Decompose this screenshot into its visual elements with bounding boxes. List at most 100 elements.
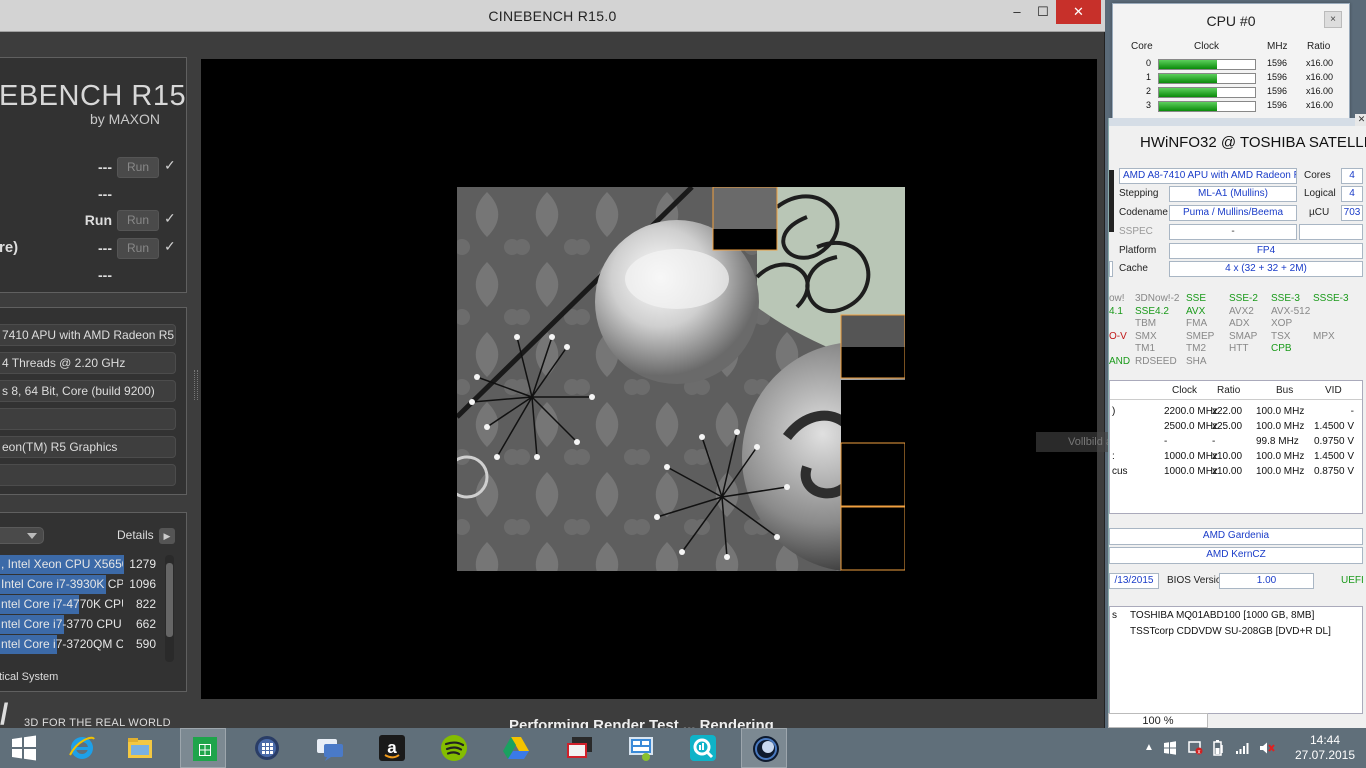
drive-item[interactable]: TSSTcorp CDDVDW SU-208GB [DVD+R DL] — [1130, 626, 1331, 637]
scrollbar-thumb[interactable] — [166, 563, 173, 637]
test-score: --- — [98, 186, 112, 202]
ranking-cpu-name: Intel Core i7-3930K CPU — [1, 577, 123, 591]
run-button[interactable]: Run — [117, 210, 159, 231]
feature-flag: ow! — [1109, 293, 1125, 304]
check-icon[interactable]: ✓ — [164, 238, 176, 255]
feature-flag: XOP — [1271, 318, 1293, 329]
taskbar-amazon[interactable]: a — [368, 728, 414, 768]
taskbar-cinebench[interactable] — [741, 728, 787, 768]
cache-label: Cache — [1119, 263, 1148, 274]
check-icon[interactable]: ✓ — [164, 157, 176, 174]
desktop: CINEBENCH R15.0 – ☐ ✕ EBENCH R15 by MAXO… — [0, 0, 1366, 768]
ranking-row[interactable]: Intel Core i7-3930K CPU 1096 — [0, 575, 164, 594]
core-clock-fill — [1159, 88, 1217, 97]
row-clock: 1000.0 MHz — [1164, 466, 1218, 477]
drive-list: s TOSHIBA MQ01ABD100 [1000 GB, 8MB] TSST… — [1109, 606, 1363, 714]
core-number: 3 — [1146, 100, 1152, 110]
minimize-button[interactable]: – — [1004, 0, 1030, 24]
test-row-opengl: --- Run ✓ — [0, 157, 188, 179]
tray-expand-icon[interactable]: ▲ — [1144, 742, 1154, 753]
folder-icon — [128, 738, 152, 758]
hwinfo-titlebar[interactable] — [1109, 118, 1366, 126]
check-icon[interactable]: ✓ — [164, 210, 176, 227]
taskbar-explorer[interactable] — [116, 728, 162, 768]
maxon-logo: by MAXON — [89, 111, 160, 127]
core-clock-bar — [1158, 59, 1256, 70]
panel-splitter[interactable] — [194, 370, 198, 400]
feature-flag: ADX — [1229, 318, 1250, 329]
windows-icon — [12, 735, 36, 761]
maximize-button[interactable]: ☐ — [1030, 0, 1056, 24]
close-button[interactable]: ✕ — [1056, 0, 1101, 24]
chat-icon — [317, 739, 343, 761]
cinebench-titlebar[interactable]: CINEBENCH R15.0 – ☐ ✕ — [0, 0, 1105, 32]
test-score: --- — [98, 240, 112, 256]
feature-flag: SSE4.2 — [1135, 305, 1169, 317]
action-center-icon[interactable]: x — [1188, 740, 1203, 755]
internet-explorer-icon — [69, 736, 95, 759]
platform-field: FP4 — [1169, 243, 1363, 259]
ucu-label: µCU — [1309, 207, 1330, 218]
close-icon[interactable]: ✕ — [1355, 114, 1366, 126]
ranking-score: 662 — [135, 617, 156, 631]
taskbar-remote[interactable] — [555, 728, 601, 768]
core-clock-fill — [1159, 60, 1217, 69]
run-button[interactable]: Run — [117, 238, 159, 259]
taskbar-messaging[interactable] — [306, 728, 352, 768]
taskbar-control-panel[interactable] — [617, 728, 663, 768]
feature-flag: SSE-3 — [1271, 293, 1300, 304]
taskbar-hwinfo[interactable] — [679, 728, 725, 768]
ranking-panel: Details ▶ , Intel Xeon CPU X5650 1279 Int… — [0, 512, 187, 692]
feature-flag: RDSEED — [1135, 355, 1177, 367]
start-button[interactable] — [0, 728, 46, 768]
feature-flag: SMX — [1135, 330, 1157, 342]
ranking-row[interactable]: , Intel Xeon CPU X5650 1279 — [0, 555, 164, 574]
taskbar-drive[interactable] — [492, 728, 538, 768]
feature-flag: SSSE-3 — [1313, 293, 1349, 304]
feature-flag: AVX-512 — [1271, 305, 1311, 317]
core-clock-bar — [1158, 73, 1256, 84]
taskbar-store[interactable] — [180, 728, 226, 768]
feature-flag: SSE-2 — [1229, 293, 1258, 304]
col-clock: Clock — [1172, 385, 1198, 396]
remote-desktop-icon — [567, 737, 592, 758]
cores-label: Cores — [1304, 170, 1331, 181]
test-score: --- — [98, 159, 112, 175]
google-drive-icon — [503, 737, 529, 759]
windows-flag-icon[interactable] — [1163, 741, 1177, 755]
gpu2-field: AMD KernCZ — [1109, 547, 1363, 564]
ranking-dropdown[interactable] — [0, 527, 44, 544]
core-mhz: 1596 — [1267, 58, 1288, 68]
feature-flag: TM1 — [1135, 343, 1155, 354]
sspec-field: - — [1169, 224, 1297, 240]
ranking-row[interactable]: ntel Core i7-4770K CPU 822 — [0, 595, 164, 614]
svg-text:x: x — [1198, 750, 1201, 756]
core-number: 1 — [1146, 72, 1152, 82]
run-button[interactable]: Run — [117, 157, 159, 178]
taskbar-spotify[interactable] — [430, 728, 476, 768]
cinema4d-icon — [753, 736, 779, 762]
battery-icon[interactable] — [1212, 740, 1226, 756]
taskbar-ie[interactable] — [58, 728, 104, 768]
feature-flag: CPB — [1271, 343, 1292, 354]
close-icon[interactable]: × — [1324, 11, 1342, 28]
details-button[interactable]: ▶ — [159, 528, 175, 544]
ranking-row[interactable]: ntel Core i7-3770 CPU 662 — [0, 615, 164, 634]
core-mhz: 1596 — [1267, 86, 1288, 96]
amazon-icon: a — [379, 735, 405, 761]
ranking-cpu-name: , Intel Xeon CPU X5650 — [1, 557, 123, 571]
core-ratio: x16.00 — [1306, 72, 1334, 82]
tests-panel: EBENCH R15 by MAXON --- Run ✓ --- Run Ru… — [0, 57, 187, 293]
stepping-label: Stepping — [1119, 188, 1159, 199]
platform-label: Platform — [1119, 245, 1157, 256]
ranking-scrollbar[interactable] — [165, 555, 174, 662]
taskbar-app[interactable] — [243, 728, 289, 768]
ranking-row[interactable]: ntel Core i7-3720QM CPU 590 — [0, 635, 164, 654]
col-mhz: MHz — [1267, 41, 1288, 52]
info-cb-version — [0, 408, 176, 430]
volume-muted-icon[interactable] — [1259, 741, 1275, 755]
drive-item[interactable]: TOSHIBA MQ01ABD100 [1000 GB, 8MB] — [1130, 610, 1314, 621]
network-icon[interactable] — [1235, 741, 1251, 755]
calculator-icon — [255, 736, 279, 760]
system-clock[interactable]: 14:44 27.07.2015 — [1290, 733, 1360, 763]
